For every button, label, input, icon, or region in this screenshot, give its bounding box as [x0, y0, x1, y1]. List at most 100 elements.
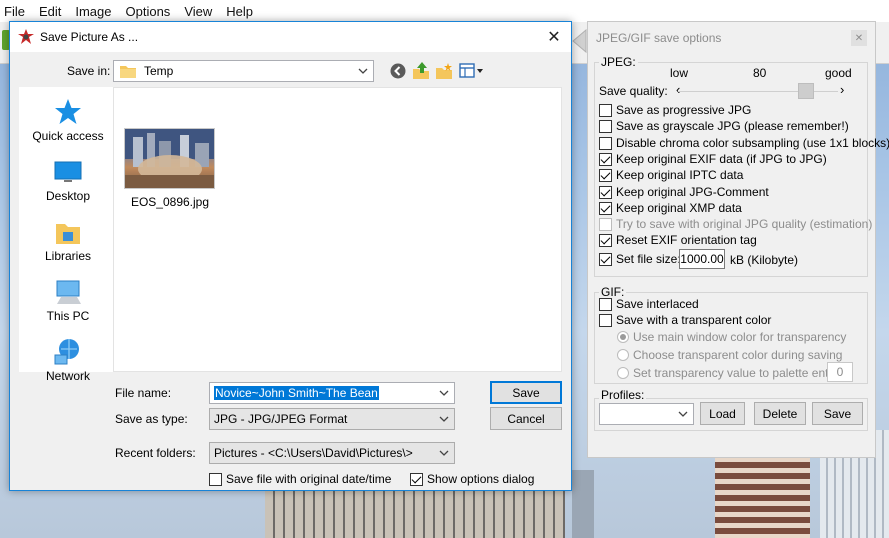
- checkbox-box[interactable]: [599, 119, 612, 133]
- file-name-value: Novice~John Smith~The Bean: [214, 386, 379, 400]
- checkbox-box[interactable]: [599, 313, 612, 327]
- chevron-down-icon: [678, 411, 688, 417]
- chevron-down-icon: [358, 68, 368, 74]
- file-name-input[interactable]: Novice~John Smith~The Bean: [209, 382, 455, 404]
- profiles-dropdown[interactable]: [599, 403, 694, 425]
- quality-slider-thumb[interactable]: [798, 83, 814, 99]
- save-in-dropdown[interactable]: Temp: [113, 60, 374, 82]
- checkbox-label: Keep original JPG-Comment: [616, 185, 769, 199]
- checkbox-label: Save file with original date/time: [226, 472, 392, 486]
- transparency-radio[interactable]: Choose transparent color during saving: [617, 348, 842, 362]
- new-folder-icon[interactable]: [435, 62, 453, 80]
- jpeg-option-checkbox[interactable]: Keep original IPTC data: [599, 168, 743, 182]
- checkbox-label: Keep original IPTC data: [616, 168, 744, 182]
- checkbox-label: Set file size:: [616, 252, 681, 266]
- jpeg-option-checkbox[interactable]: Reset EXIF orientation tag: [599, 233, 757, 247]
- checkbox-label: Save with a transparent color: [616, 313, 772, 327]
- set-file-size-checkbox[interactable]: Set file size:: [599, 252, 681, 266]
- save-options-panel: JPEG/GIF save options ✕ JPEG: low 80 goo…: [587, 21, 889, 458]
- load-button[interactable]: Load: [700, 402, 745, 425]
- checkbox-label: Keep original EXIF data (if JPG to JPG): [616, 152, 827, 166]
- delete-button[interactable]: Delete: [754, 402, 806, 425]
- place-libraries[interactable]: Libraries: [19, 213, 117, 271]
- menu-edit[interactable]: Edit: [39, 4, 61, 19]
- file-list: EOS_0896.jpg: [113, 87, 562, 372]
- save-button[interactable]: Save: [490, 381, 562, 404]
- profile-save-button[interactable]: Save: [812, 402, 863, 425]
- checkbox-box[interactable]: [599, 152, 612, 166]
- checkbox-box[interactable]: [599, 136, 612, 150]
- checkbox-label: Save as grayscale JPG (please remember!): [616, 119, 849, 133]
- checkbox-label: Disable chroma color subsampling (use 1x…: [616, 136, 889, 150]
- file-name-label: File name:: [115, 386, 172, 400]
- chevron-down-icon[interactable]: [437, 386, 451, 400]
- jpeg-option-checkbox[interactable]: Save as grayscale JPG (please remember!): [599, 119, 849, 133]
- checkbox-box[interactable]: [209, 472, 222, 486]
- checkbox-box[interactable]: [599, 103, 612, 117]
- back-icon[interactable]: [390, 63, 406, 79]
- checkbox-box[interactable]: [599, 297, 612, 311]
- close-icon[interactable]: ✕: [851, 30, 867, 46]
- up-folder-icon[interactable]: [412, 62, 430, 80]
- menu-image[interactable]: Image: [75, 4, 111, 19]
- checkbox-box[interactable]: [599, 233, 612, 247]
- radio-circle[interactable]: [617, 367, 629, 379]
- place-label: Network: [45, 369, 90, 383]
- place-network[interactable]: Network: [19, 333, 117, 391]
- place-quick-access[interactable]: Quick access: [19, 93, 117, 151]
- show-options-checkbox[interactable]: Show options dialog: [410, 472, 534, 486]
- chevron-down-icon: [439, 450, 449, 456]
- transparency-radio[interactable]: Use main window color for transparency: [617, 330, 846, 344]
- menu-view[interactable]: View: [184, 4, 212, 19]
- recent-folders-value: Pictures - <C:\Users\David\Pictures\>: [214, 446, 413, 460]
- jpeg-option-checkbox[interactable]: Keep original EXIF data (if JPG to JPG): [599, 152, 827, 166]
- view-menu-icon[interactable]: [459, 63, 485, 79]
- place-label: Quick access: [32, 129, 104, 143]
- gif-option-checkbox[interactable]: Save with a transparent color: [599, 313, 771, 327]
- image-thumbnail: [124, 128, 215, 189]
- jpeg-option-checkbox[interactable]: Keep original JPG-Comment: [599, 185, 769, 199]
- checkbox-box[interactable]: [599, 168, 612, 182]
- save-as-type-label: Save as type:: [115, 412, 188, 426]
- gif-option-checkbox[interactable]: Save interlaced: [599, 297, 699, 311]
- checkbox-box[interactable]: [599, 201, 612, 215]
- radio-circle[interactable]: [617, 331, 629, 343]
- building-graphic: [572, 470, 594, 538]
- options-titlebar: JPEG/GIF save options ✕: [588, 22, 875, 52]
- slider-left-arrow-icon[interactable]: ‹: [676, 82, 680, 97]
- network-icon: [54, 339, 79, 365]
- menu-help[interactable]: Help: [226, 4, 253, 19]
- checkbox-label: Save as progressive JPG: [616, 103, 752, 117]
- transparency-radio[interactable]: Set transparency value to palette entry:: [617, 366, 842, 380]
- close-icon[interactable]: ✕: [543, 26, 565, 48]
- palette-entry-input[interactable]: 0: [827, 362, 853, 382]
- chevron-down-icon: [439, 416, 449, 422]
- file-size-input[interactable]: 1000.00: [679, 249, 725, 269]
- jpeg-option-checkbox[interactable]: Save as progressive JPG: [599, 103, 751, 117]
- recent-folders-label: Recent folders:: [115, 446, 196, 460]
- save-in-label: Save in:: [67, 64, 111, 78]
- quality-slider-track[interactable]: [678, 91, 838, 92]
- save-as-type-dropdown[interactable]: JPG - JPG/JPEG Format: [209, 408, 455, 430]
- file-name-label: EOS_0896.jpg: [130, 195, 210, 209]
- checkbox-box[interactable]: [410, 472, 423, 486]
- options-title: JPEG/GIF save options: [596, 31, 722, 45]
- checkbox-box[interactable]: [599, 185, 612, 199]
- profiles-group-label: Profiles:: [599, 388, 647, 402]
- menu-options[interactable]: Options: [126, 4, 171, 19]
- slider-right-arrow-icon[interactable]: ›: [840, 82, 844, 97]
- save-as-type-value: JPG - JPG/JPEG Format: [214, 412, 348, 426]
- jpeg-option-checkbox[interactable]: Disable chroma color subsampling (use 1x…: [599, 136, 889, 150]
- computer-icon: [56, 280, 81, 304]
- cancel-button[interactable]: Cancel: [490, 407, 562, 430]
- menu-file[interactable]: File: [4, 4, 25, 19]
- place-desktop[interactable]: Desktop: [19, 153, 117, 211]
- place-this-pc[interactable]: This PC: [19, 273, 117, 331]
- checkbox-box[interactable]: [599, 252, 612, 266]
- radio-circle[interactable]: [617, 349, 629, 361]
- jpeg-option-checkbox[interactable]: Keep original XMP data: [599, 201, 742, 215]
- checkbox-label: Keep original XMP data: [616, 201, 742, 215]
- recent-folders-dropdown[interactable]: Pictures - <C:\Users\David\Pictures\>: [209, 442, 455, 464]
- save-original-date-checkbox[interactable]: Save file with original date/time: [209, 472, 391, 486]
- checkbox-label: Reset EXIF orientation tag: [616, 233, 757, 247]
